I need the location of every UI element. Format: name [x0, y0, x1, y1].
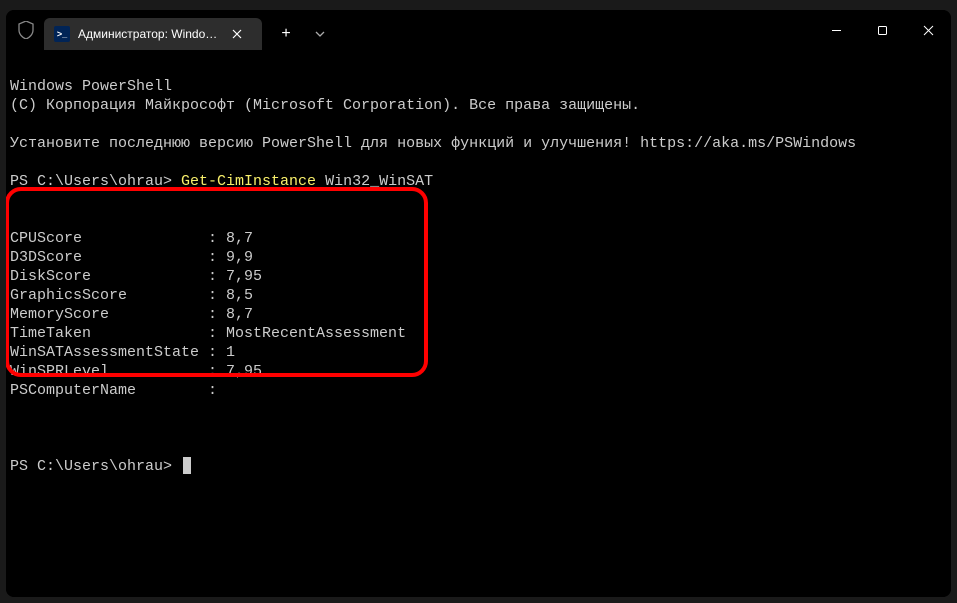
prompt: PS C:\Users\ohrau>	[10, 173, 181, 190]
output-line: Windows PowerShell	[10, 78, 172, 95]
tab-dropdown-button[interactable]	[304, 18, 336, 50]
maximize-button[interactable]	[859, 11, 905, 49]
output-line: PSComputerName :	[10, 382, 217, 399]
command: Get-CimInstance	[181, 173, 316, 190]
terminal-content[interactable]: Windows PowerShell (C) Корпорация Майкро…	[6, 50, 951, 597]
output-line: WinSPRLevel : 7,95	[10, 363, 262, 380]
close-window-button[interactable]	[905, 11, 951, 49]
minimize-button[interactable]	[813, 11, 859, 49]
output-line: DiskScore : 7,95	[10, 268, 262, 285]
close-tab-button[interactable]	[228, 25, 246, 43]
shield-icon	[18, 21, 34, 39]
tab-active[interactable]: >_ Администратор: Windows Pc	[44, 18, 262, 50]
titlebar: >_ Администратор: Windows Pc +	[6, 10, 951, 50]
output-line: CPUScore : 8,7	[10, 230, 253, 247]
command-arg: Win32_WinSAT	[316, 173, 433, 190]
cursor	[183, 457, 191, 474]
output-line: D3DScore : 9,9	[10, 249, 253, 266]
prompt: PS C:\Users\ohrau>	[10, 458, 181, 475]
powershell-icon: >_	[54, 26, 70, 42]
tabs-area: >_ Администратор: Windows Pc +	[14, 10, 336, 50]
output-line: MemoryScore : 8,7	[10, 306, 253, 323]
output-line: (C) Корпорация Майкрософт (Microsoft Cor…	[10, 97, 640, 114]
tab-title: Администратор: Windows Pc	[78, 27, 220, 41]
terminal-window: >_ Администратор: Windows Pc + Windo	[6, 10, 951, 597]
new-tab-button[interactable]: +	[270, 18, 302, 50]
output-line: GraphicsScore : 8,5	[10, 287, 253, 304]
output-line: TimeTaken : MostRecentAssessment	[10, 325, 406, 342]
output-line: WinSATAssessmentState : 1	[10, 344, 235, 361]
window-controls	[813, 10, 951, 50]
output-line: Установите последнюю версию PowerShell д…	[10, 135, 856, 152]
